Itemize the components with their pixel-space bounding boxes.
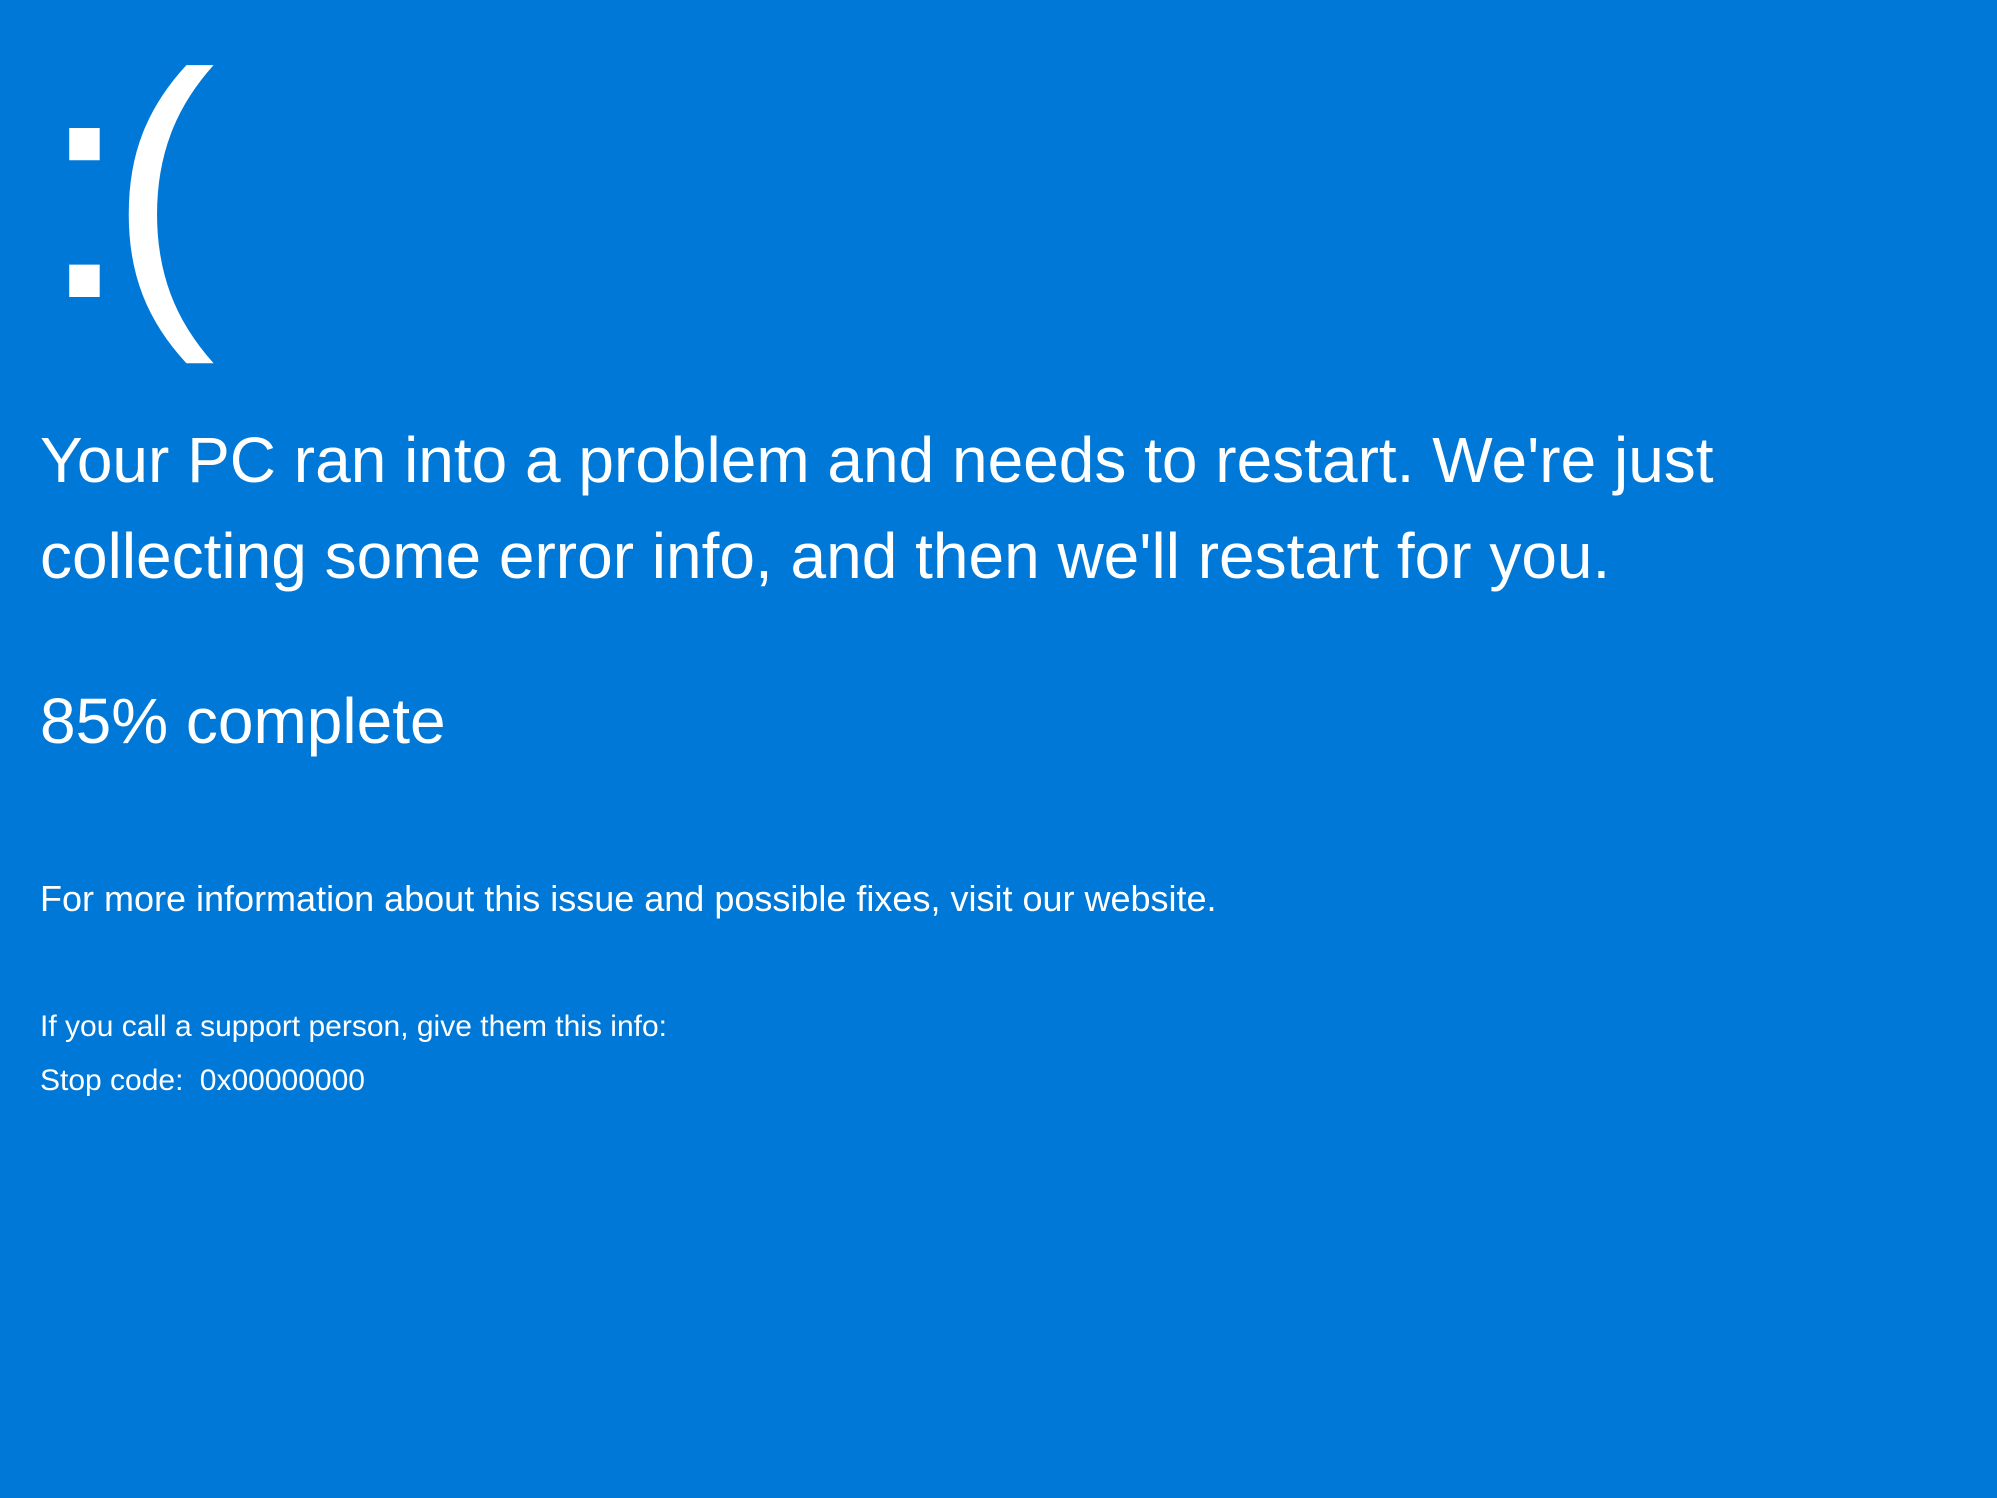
stop-code-line: Stop code: 0x00000000 (40, 1064, 1957, 1098)
error-message: Your PC ran into a problem and needs to … (40, 412, 1940, 604)
more-info-text: For more information about this issue an… (40, 878, 1957, 920)
progress-text: 85% complete (40, 684, 1957, 758)
stop-code-label: Stop code: (40, 1064, 183, 1097)
sad-face-icon: :( (40, 50, 1957, 322)
support-info-text: If you call a support person, give them … (40, 1010, 1957, 1044)
stop-code-value: 0x00000000 (200, 1064, 365, 1097)
